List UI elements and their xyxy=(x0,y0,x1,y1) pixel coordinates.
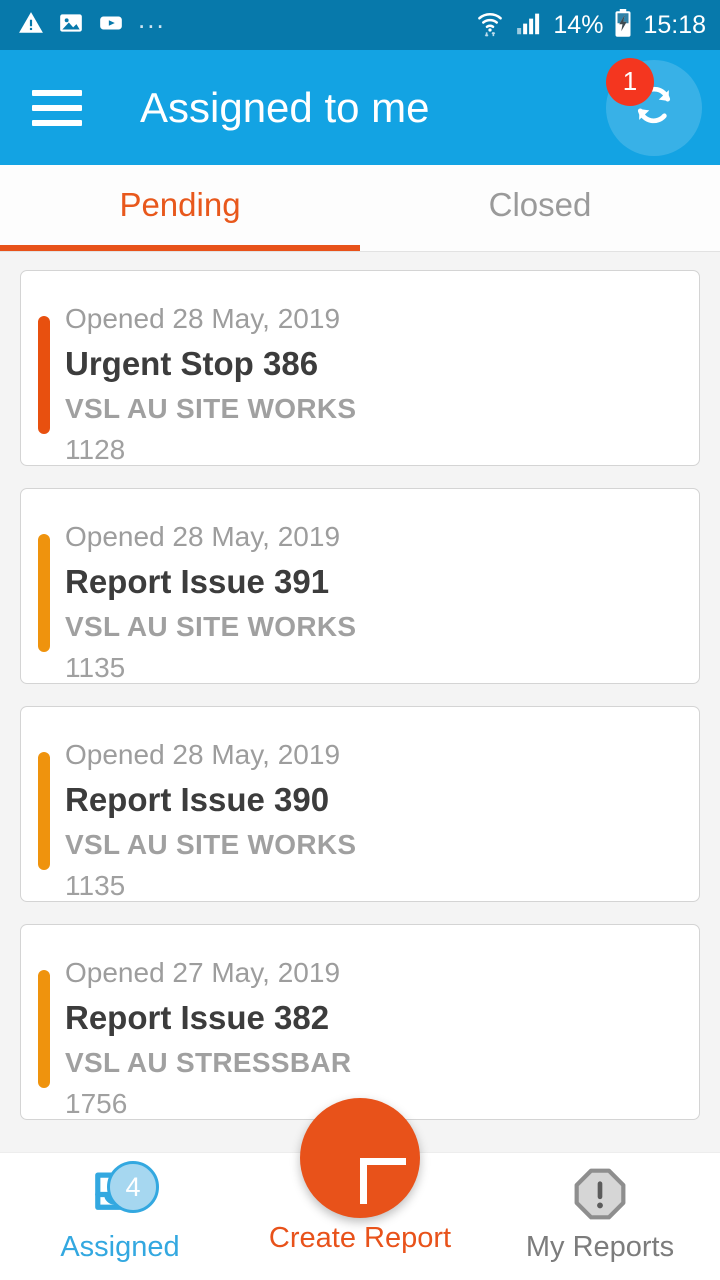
card-reference: 1128 xyxy=(65,434,126,465)
app-bar: Assigned to me 1 xyxy=(0,50,720,165)
nav-label-my-reports: My Reports xyxy=(525,1231,675,1263)
youtube-icon xyxy=(98,10,124,41)
nav-label-assigned: Assigned xyxy=(60,1231,180,1263)
card-organisation: VSL AU SITE WORKS xyxy=(65,829,357,860)
card-organisation: VSL AU SITE WORKS xyxy=(65,393,357,424)
card-organisation: VSL AU STRESSBAR xyxy=(65,1047,352,1078)
card-reference: 1135 xyxy=(65,652,126,683)
priority-stripe xyxy=(38,970,50,1088)
octagon-exclamation-icon xyxy=(572,1166,628,1227)
list-item[interactable]: Opened 27 May, 2019 Report Issue 382 VSL… xyxy=(20,924,700,1120)
create-report-fab[interactable] xyxy=(300,1098,420,1218)
sync-badge: 1 xyxy=(606,57,654,106)
status-bar-right-icons: 14% 15:18 xyxy=(475,8,706,43)
card-title: Urgent Stop 386 xyxy=(65,345,319,382)
list-item[interactable]: Opened 28 May, 2019 Urgent Stop 386 VSL … xyxy=(20,270,700,466)
hamburger-menu-icon[interactable] xyxy=(32,89,82,126)
list-item[interactable]: Opened 28 May, 2019 Report Issue 390 VSL… xyxy=(20,706,700,902)
card-reference: 1135 xyxy=(65,870,126,901)
image-icon xyxy=(58,10,84,41)
cellular-signal-icon xyxy=(514,8,544,43)
app-root: ... 14% 15:18 Assigned to me 1 Pending C… xyxy=(0,0,720,1280)
priority-stripe xyxy=(38,534,50,652)
status-overflow-icon: ... xyxy=(138,4,166,34)
battery-percent-label: 14% xyxy=(553,10,604,39)
nav-item-assigned[interactable]: 4 Assigned xyxy=(0,1153,240,1280)
list-item[interactable]: Opened 28 May, 2019 Report Issue 391 VSL… xyxy=(20,488,700,684)
my-reports-icon-wrapper xyxy=(563,1167,637,1225)
card-opened-date: Opened 28 May, 2019 xyxy=(65,739,341,770)
card-organisation: VSL AU SITE WORKS xyxy=(65,611,357,642)
card-title: Report Issue 390 xyxy=(65,781,330,818)
card-opened-date: Opened 27 May, 2019 xyxy=(65,957,341,988)
tab-active-indicator xyxy=(0,245,360,251)
assigned-icon-wrapper: 4 xyxy=(83,1161,159,1225)
clock-label: 15:18 xyxy=(643,10,706,39)
wifi-icon xyxy=(475,8,505,43)
assigned-count-badge: 4 xyxy=(107,1161,159,1213)
priority-stripe xyxy=(38,752,50,870)
card-opened-date: Opened 28 May, 2019 xyxy=(65,521,341,552)
report-list[interactable]: Opened 28 May, 2019 Urgent Stop 386 VSL … xyxy=(0,252,720,1152)
card-opened-date: Opened 28 May, 2019 xyxy=(65,303,341,334)
battery-charging-icon xyxy=(612,8,634,43)
page-title: Assigned to me xyxy=(140,83,430,131)
nav-item-my-reports[interactable]: My Reports xyxy=(480,1153,720,1280)
status-bar: ... 14% 15:18 xyxy=(0,0,720,50)
sync-button-wrapper: 1 xyxy=(606,57,702,156)
status-bar-left-icons: ... xyxy=(18,4,166,41)
priority-stripe xyxy=(38,316,50,434)
card-title: Report Issue 391 xyxy=(65,563,330,600)
tab-pending[interactable]: Pending xyxy=(0,165,360,251)
warning-triangle-icon xyxy=(18,10,44,41)
card-title: Report Issue 382 xyxy=(65,999,330,1036)
tab-bar: Pending Closed xyxy=(0,165,720,252)
tab-closed[interactable]: Closed xyxy=(360,165,720,251)
nav-label-create-report: Create Report xyxy=(268,1222,452,1254)
